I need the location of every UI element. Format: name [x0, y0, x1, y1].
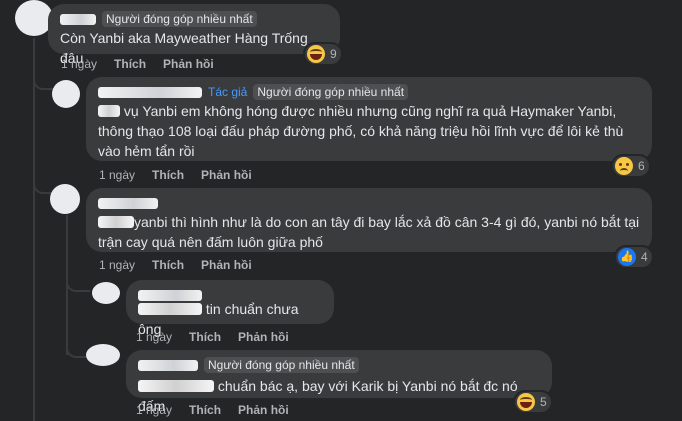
haha-emoji-icon — [517, 393, 535, 411]
thread-line-branch-3 — [66, 278, 90, 292]
comment-time[interactable]: 1 ngày — [136, 330, 172, 344]
comment-time[interactable]: 1 ngày — [136, 403, 172, 417]
thread-line-main — [33, 38, 35, 421]
reaction-summary[interactable]: 6 — [613, 156, 649, 176]
comment-actions: 1 ngày Thích Phản hồi — [99, 258, 252, 272]
like-icon: 👍 — [618, 248, 636, 266]
comment-bubble: Tác giả Người đóng góp nhiều nhất vụ Yan… — [86, 77, 652, 161]
comment-bubble: yanbi thì hình như là do con an tây đi b… — [86, 188, 652, 252]
comment-actions: 1 ngày Thích Phản hồi — [99, 168, 252, 182]
reaction-count: 4 — [641, 250, 648, 264]
like-button[interactable]: Thích — [152, 258, 184, 272]
reply-button[interactable]: Phản hồi — [201, 168, 252, 182]
comment-time[interactable]: 1 ngày — [99, 168, 135, 182]
reaction-summary[interactable]: 👍 4 — [616, 247, 652, 267]
comment-text: vụ Yanbi em không hóng được nhiều nhưng … — [98, 103, 624, 159]
like-button[interactable]: Thích — [114, 57, 146, 71]
top-contributor-badge: Người đóng góp nhiều nhất — [204, 357, 359, 373]
thread-line-branch-2 — [33, 180, 53, 194]
avatar[interactable] — [86, 344, 120, 366]
like-button[interactable]: Thích — [189, 403, 221, 417]
like-button[interactable]: Thích — [152, 168, 184, 182]
top-contributor-badge: Người đóng góp nhiều nhất — [253, 84, 409, 100]
author-name-redacted[interactable] — [60, 13, 96, 25]
redacted-mention — [98, 105, 120, 117]
comment-actions: 1 ngày Thích Phản hồi — [61, 57, 214, 71]
author-name-redacted[interactable] — [98, 86, 202, 98]
avatar[interactable] — [52, 80, 80, 108]
reaction-count: 6 — [638, 159, 645, 173]
redacted-mention — [98, 216, 134, 228]
author-name-redacted[interactable] — [98, 197, 158, 209]
redacted-mention — [138, 380, 214, 392]
comment-time[interactable]: 1 ngày — [61, 57, 97, 71]
reaction-count: 9 — [330, 47, 337, 61]
redacted-mention — [138, 303, 202, 315]
thread-line-branch-1 — [33, 76, 53, 90]
reply-button[interactable]: Phản hồi — [238, 403, 289, 417]
comment-actions: 1 ngày Thích Phản hồi — [136, 403, 289, 417]
reply-button[interactable]: Phản hồi — [201, 258, 252, 272]
top-contributor-badge: Người đóng góp nhiều nhất — [102, 11, 257, 27]
comment-time[interactable]: 1 ngày — [99, 258, 135, 272]
comment-text: yanbi thì hình như là do con an tây đi b… — [98, 214, 640, 250]
reaction-summary[interactable]: 9 — [305, 44, 341, 64]
sad-emoji-icon — [615, 157, 633, 175]
comment-actions: 1 ngày Thích Phản hồi — [136, 330, 289, 344]
author-tag: Tác giả — [208, 85, 248, 99]
comment-bubble: tin chuẩn chưa ông — [126, 280, 334, 337]
avatar[interactable] — [92, 282, 120, 304]
like-button[interactable]: Thích — [189, 330, 221, 344]
reply-button[interactable]: Phản hồi — [163, 57, 214, 71]
comment-bubble: Người đóng góp nhiều nhất Còn Yanbi aka … — [48, 4, 340, 66]
reply-button[interactable]: Phản hồi — [238, 330, 289, 344]
comment-bubble: Người đóng góp nhiều nhất chuẩn bác ạ, b… — [126, 350, 552, 414]
reaction-count: 5 — [540, 395, 547, 409]
reaction-summary[interactable]: 5 — [515, 392, 551, 412]
avatar[interactable] — [50, 184, 80, 214]
haha-emoji-icon — [307, 45, 325, 63]
author-name-redacted[interactable] — [138, 359, 198, 371]
